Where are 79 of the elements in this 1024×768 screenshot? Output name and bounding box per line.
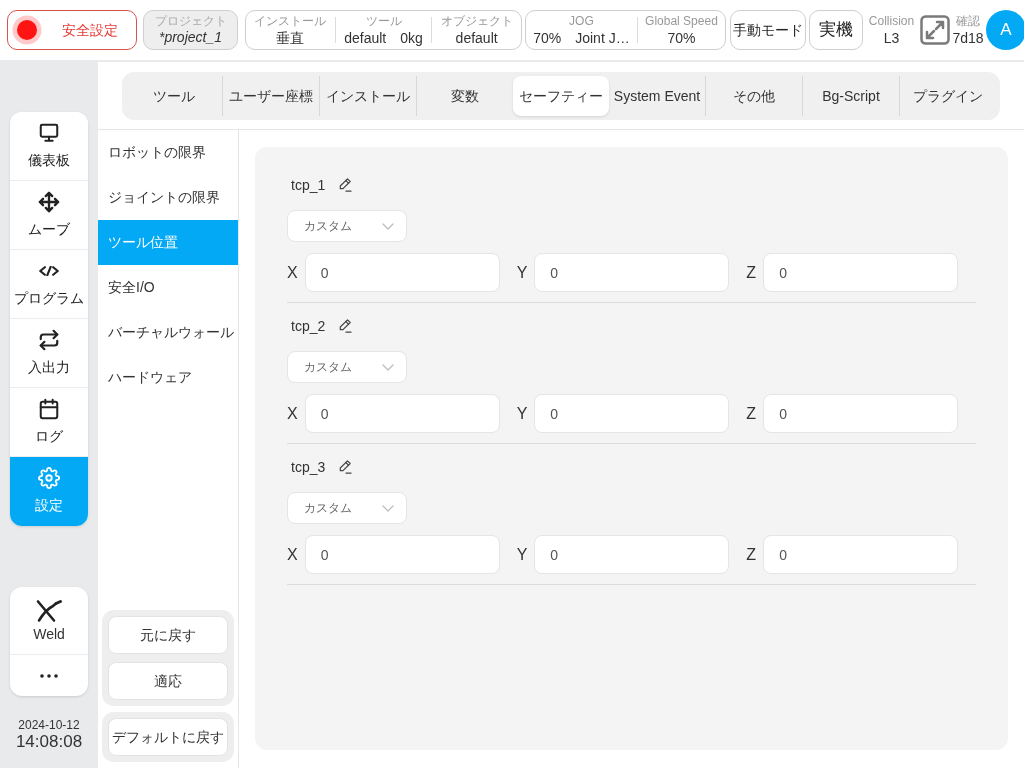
safety-settings-button[interactable]: 安全設定 <box>7 10 137 50</box>
confirm-label: 確認 <box>956 13 980 29</box>
chevron-down-icon <box>382 504 394 512</box>
coordinate-input[interactable]: 0 <box>763 253 959 292</box>
axis-label: X <box>287 403 298 424</box>
chevron-down-icon <box>382 363 394 371</box>
coordinate-input[interactable]: 0 <box>304 394 500 433</box>
status-label: Global Speed <box>645 13 718 29</box>
status-value: 0kg <box>400 28 423 47</box>
status-value: default <box>455 28 498 47</box>
status-label: ツール <box>365 13 402 29</box>
mode-dropdown[interactable]: カスタム <box>287 351 407 383</box>
nav-item[interactable]: プログラム <box>10 250 88 319</box>
status-value: 垂直 <box>276 28 305 47</box>
status-label: オブジェクト <box>440 13 513 29</box>
axis-label: Z <box>746 403 757 424</box>
status-value: default <box>344 28 387 47</box>
project-name: *project_1 <box>158 29 222 46</box>
coordinate-input[interactable]: 0 <box>763 394 959 433</box>
coordinate-input[interactable]: 0 <box>534 394 730 433</box>
repeat-icon <box>38 329 60 351</box>
axis-label: Y <box>516 403 528 424</box>
mode-button[interactable]: 手動モード <box>730 10 806 50</box>
edit-icon[interactable] <box>337 177 354 193</box>
status-light-icon <box>12 15 42 45</box>
axis-label: X <box>287 262 298 283</box>
move-icon <box>38 191 60 213</box>
nav-item[interactable]: ログ <box>10 388 88 457</box>
tab[interactable]: プラグイン <box>899 76 996 116</box>
tab[interactable]: ユーザー座標 <box>222 76 319 116</box>
coordinate-input[interactable]: 0 <box>534 535 730 574</box>
app-item[interactable]: Weld <box>10 587 88 655</box>
collision-level: L3 <box>883 28 900 47</box>
tcp-name: tcp_3 <box>291 457 326 477</box>
tab[interactable]: Bg-Script <box>802 76 899 116</box>
edit-icon[interactable] <box>337 459 354 475</box>
axis-label: Y <box>516 544 528 565</box>
more-icon[interactable] <box>40 673 58 678</box>
coordinate-input[interactable]: 0 <box>534 253 730 292</box>
coordinate-input[interactable]: 0 <box>304 253 500 292</box>
nav-item[interactable]: ムーブ <box>10 181 88 250</box>
torch-icon <box>35 599 63 623</box>
mode-dropdown[interactable]: カスタム <box>287 210 407 242</box>
status-label: JOG <box>569 13 594 29</box>
action-button[interactable]: 適応 <box>108 662 228 700</box>
nav-item[interactable]: 儀表板 <box>10 112 88 181</box>
edit-icon[interactable] <box>337 318 354 334</box>
collision-label: Collision <box>868 13 915 29</box>
tab[interactable]: インストール <box>319 76 416 116</box>
tab[interactable]: System Event <box>609 76 705 116</box>
confirm-value: 7d18 <box>952 28 984 47</box>
monitor-icon <box>38 122 60 144</box>
calendar-icon <box>38 398 60 420</box>
tcp-name: tcp_1 <box>291 175 326 195</box>
time-text: 14:08:08 <box>15 732 83 752</box>
tab[interactable]: セーフティー <box>513 76 609 116</box>
mode-button[interactable]: 実機 <box>809 10 863 50</box>
coordinate-input[interactable]: 0 <box>304 535 500 574</box>
action-button[interactable]: 元に戻す <box>108 616 228 654</box>
status-value: 70% <box>533 28 562 47</box>
status-value: Joint J… <box>575 28 630 47</box>
axis-label: Z <box>746 544 757 565</box>
settings-icon <box>38 467 60 489</box>
nav-item[interactable]: 入出力 <box>10 319 88 388</box>
mode-dropdown[interactable]: カスタム <box>287 492 407 524</box>
axis-label: Y <box>516 262 528 283</box>
tab[interactable]: その他 <box>705 76 802 116</box>
status-value: 70% <box>667 28 696 47</box>
tcp-name: tcp_2 <box>291 316 326 336</box>
tab[interactable]: ツール <box>126 76 222 116</box>
status-label: インストール <box>254 13 327 29</box>
axis-label: X <box>287 544 298 565</box>
coordinate-input[interactable]: 0 <box>763 535 959 574</box>
axis-label: Z <box>746 262 757 283</box>
code-icon <box>39 266 59 276</box>
chevron-down-icon <box>382 222 394 230</box>
date-text: 2024-10-12 <box>18 718 80 732</box>
fullscreen-icon[interactable] <box>920 15 950 45</box>
action-button[interactable]: デフォルトに戻す <box>108 718 228 756</box>
